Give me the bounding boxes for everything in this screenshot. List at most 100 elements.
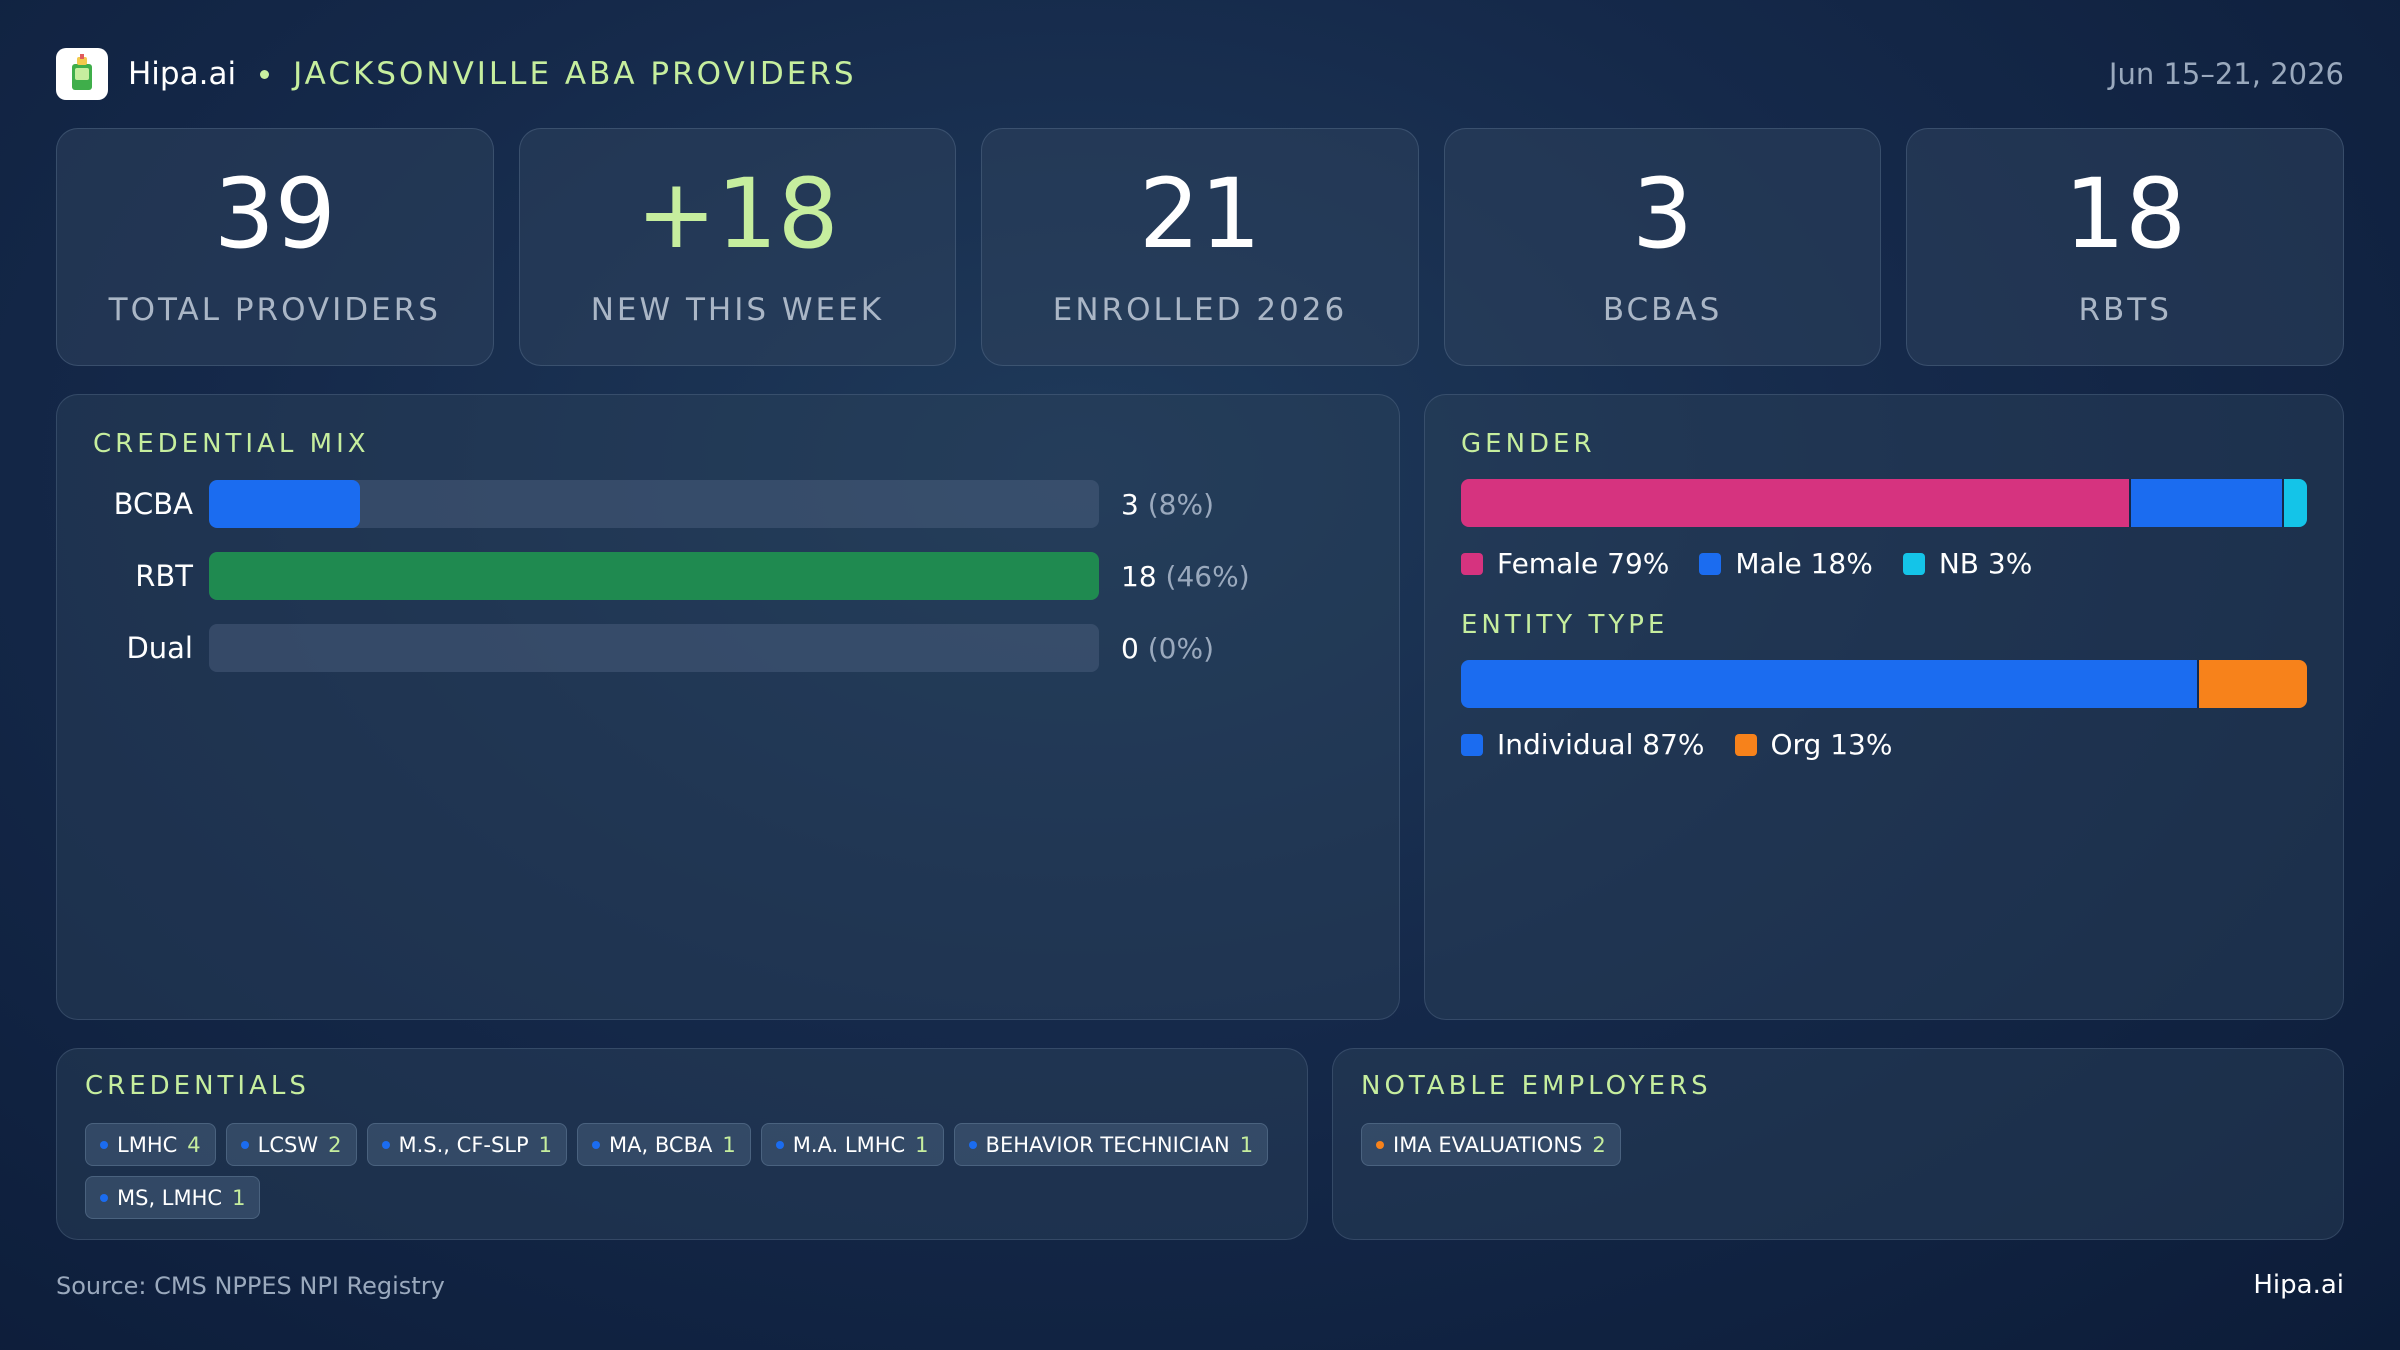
credential-mix-panel: CREDENTIAL MIX BCBA 3 (8%) RBT 18 (46%) Dual… [56, 394, 1400, 1020]
legend-swatch [1699, 552, 1722, 575]
credential-chips: LMHC 4 LCSW 2 M.S., CF-SLP 1 MA, BCBA 1 M.A. LMH… [85, 1123, 1279, 1219]
legend-item: Male 18% [1699, 547, 1873, 580]
stat-label: RBTS [2078, 292, 2172, 328]
employer-chips: IMA EVALUATIONS 2 [1361, 1123, 2315, 1166]
chip-dot [1376, 1140, 1384, 1149]
credential-chip: LMHC 4 [85, 1123, 216, 1166]
chip-dot [775, 1140, 784, 1149]
chip-dot [100, 1193, 108, 1202]
legend-swatch [1902, 552, 1925, 575]
footer-brand: Hipa.ai [2253, 1270, 2344, 1300]
app-logo-icon [56, 48, 108, 100]
credential-chip: IMA EVALUATIONS 2 [1361, 1123, 1621, 1166]
legend-swatch [1461, 552, 1483, 575]
chip-label: BEHAVIOR TECHNICIAN [985, 1132, 1230, 1157]
legend-label: Male 18% [1735, 547, 1873, 580]
bar-row-rbt: RBT 18 (46%) [93, 551, 1363, 601]
stat-label: BCBAS [1602, 292, 1723, 328]
legend-swatch [1734, 733, 1757, 756]
chip-label: M.A. LMHC [792, 1132, 906, 1157]
stack-segment [1461, 479, 2130, 527]
chip-count: 1 [722, 1132, 736, 1157]
credential-chip: MA, BCBA 1 [577, 1123, 751, 1166]
chip-label: IMA EVALUATIONS [1393, 1132, 1583, 1157]
stack-segment [1461, 660, 2198, 708]
chip-count: 1 [538, 1132, 553, 1157]
chip-dot [381, 1140, 390, 1149]
bar-count: 0 [1121, 631, 1139, 665]
legend-item: Female 79% [1461, 547, 1669, 580]
credential-mix-bars: BCBA 3 (8%) RBT 18 (46%) Dual 0 (0%) [93, 479, 1363, 673]
bar-value: 18 (46%) [1121, 560, 1250, 593]
bar-label: BCBA [113, 487, 193, 521]
bar-label: Dual [126, 631, 193, 665]
panel-title: CREDENTIAL MIX [93, 429, 370, 459]
stat-cards: 39 TOTAL PROVIDERS +18 NEW THIS WEEK 21 … [56, 128, 2344, 366]
chip-count: 4 [187, 1132, 201, 1157]
chip-count: 2 [328, 1132, 342, 1157]
notable-employers-panel: NOTABLE EMPLOYERS IMA EVALUATIONS 2 [1332, 1048, 2344, 1240]
legend-label: Female 79% [1497, 547, 1670, 580]
source-note: Source: CMS NPPES NPI Registry [56, 1272, 445, 1300]
legend-label: Individual 87% [1497, 728, 1705, 761]
credential-chip: BEHAVIOR TECHNICIAN 1 [953, 1123, 1269, 1166]
bar-label: RBT [135, 559, 193, 593]
panel-title: CREDENTIALS [85, 1071, 310, 1101]
stack-segment [2281, 479, 2307, 527]
stat-card-rbts: 18 RBTS [1906, 128, 2344, 366]
stat-card-enrolled-2026: 21 ENROLLED 2026 [981, 128, 1419, 366]
stack-segment [2129, 479, 2282, 527]
stat-value: +18 [636, 158, 839, 270]
chip-dot [968, 1140, 977, 1149]
gender-legend: Female 79% Male 18% NB 3% [1461, 547, 2307, 580]
credential-chip: M.A. LMHC 1 [760, 1123, 944, 1166]
chip-count: 1 [915, 1132, 929, 1157]
stack-segment [2197, 660, 2307, 708]
chip-label: LMHC [117, 1132, 178, 1157]
title-separator [260, 69, 270, 79]
credential-chip: LCSW 2 [225, 1123, 357, 1166]
date-range: Jun 15–21, 2026 [2108, 57, 2344, 91]
stat-card-bcbas: 3 BCBAS [1443, 128, 1882, 366]
stat-value: 39 [213, 158, 336, 270]
stat-card-total-providers: 39 TOTAL PROVIDERS [56, 128, 494, 366]
chip-count: 1 [1239, 1132, 1254, 1157]
legend-item: Individual 87% [1461, 728, 1705, 761]
legend-label: Org 13% [1770, 728, 1893, 761]
bar-fill [209, 480, 361, 528]
legend-item: Org 13% [1734, 728, 1893, 761]
entity-type-legend: Individual 87% Org 13% [1461, 728, 2307, 761]
chip-label: M.S., CF-SLP [398, 1132, 529, 1157]
chip-dot [100, 1140, 108, 1149]
gender-title: GENDER [1461, 429, 1596, 459]
bar-percent: (46%) [1156, 559, 1250, 593]
stat-label: ENROLLED 2026 [1052, 292, 1348, 328]
chip-count: 1 [232, 1185, 246, 1210]
gender-stacked-bar [1461, 479, 2307, 527]
credential-chip: M.S., CF-SLP 1 [366, 1123, 568, 1166]
legend-label: NB 3% [1938, 547, 2033, 580]
chip-label: MS, LMHC [117, 1185, 223, 1210]
credential-chip: MS, LMHC 1 [85, 1176, 261, 1219]
chip-dot [592, 1140, 601, 1149]
credentials-panel: CREDENTIALS LMHC 4 LCSW 2 M.S., CF-SLP 1 MA, B… [56, 1048, 1308, 1240]
bar-track [209, 480, 1099, 528]
stat-value: 18 [2064, 158, 2187, 270]
bar-count: 18 [1121, 559, 1157, 593]
legend-swatch [1461, 733, 1483, 756]
demographics-panel: GENDER Female 79% Male 18% NB 3% ENTITY TY… [1424, 394, 2344, 1020]
bar-row-bcba: BCBA 3 (8%) [93, 479, 1363, 529]
chip-count: 2 [1592, 1132, 1606, 1157]
bar-track [209, 552, 1099, 600]
stat-label: TOTAL PROVIDERS [108, 292, 441, 328]
chip-label: LCSW [257, 1132, 319, 1157]
stat-label: NEW THIS WEEK [590, 292, 885, 328]
chip-label: MA, BCBA [609, 1132, 713, 1157]
page-title: JACKSONVILLE ABA PROVIDERS [293, 56, 857, 92]
bar-percent: (0%) [1138, 631, 1214, 665]
entity-type-title: ENTITY TYPE [1461, 610, 1669, 640]
bar-percent: (8%) [1138, 487, 1214, 521]
bar-value: 3 (8%) [1121, 488, 1214, 521]
bar-fill [209, 552, 1099, 600]
legend-item: NB 3% [1902, 547, 2033, 580]
